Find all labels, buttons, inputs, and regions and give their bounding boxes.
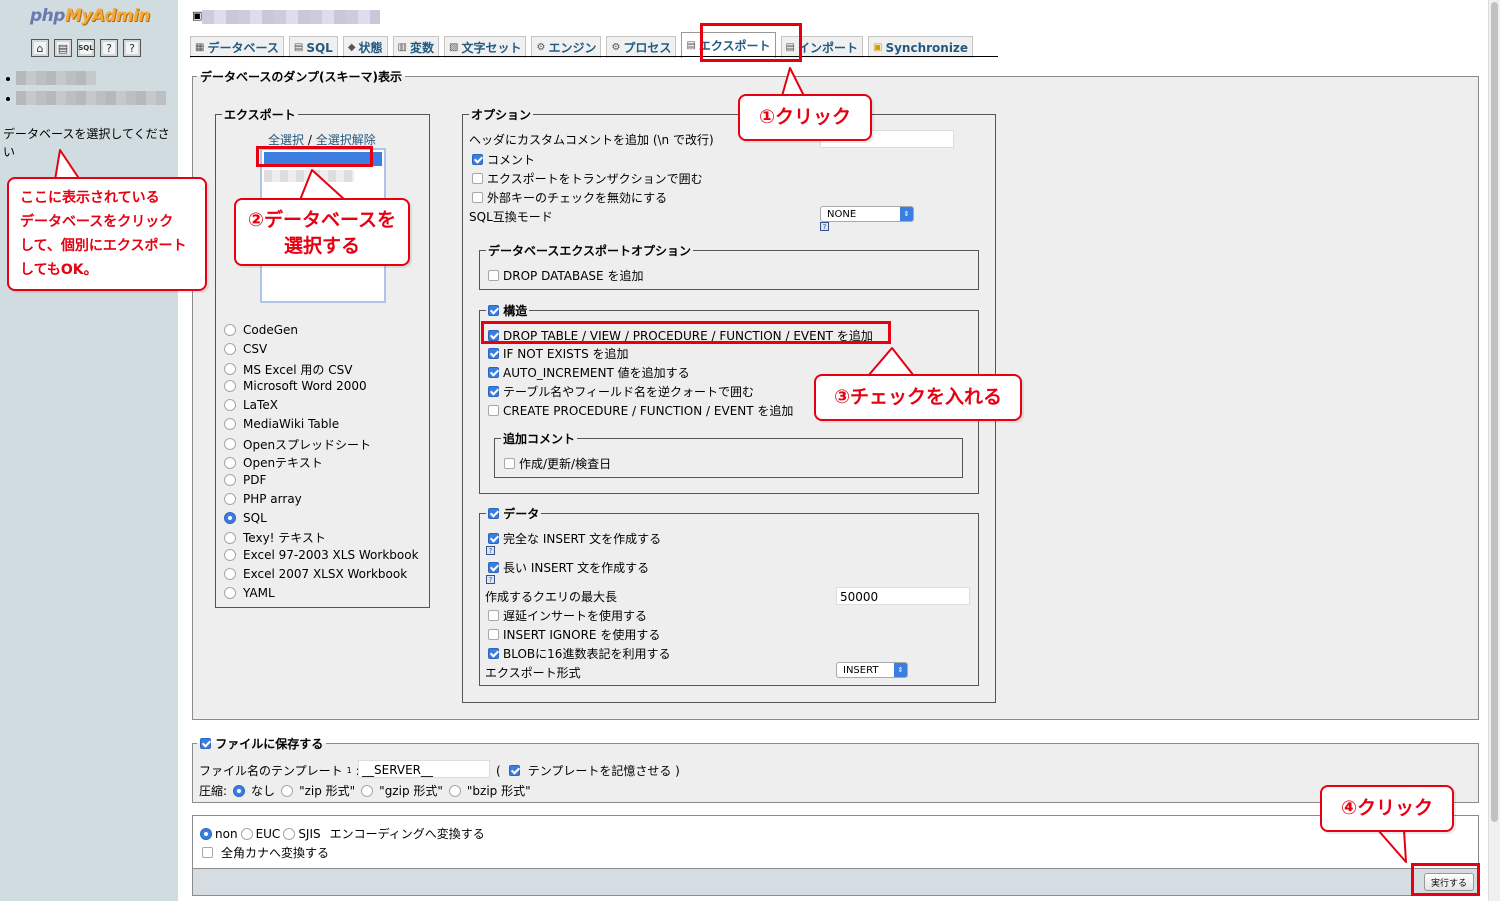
sidebar-note-line4: してもOK。 [20, 262, 98, 278]
step4-callout: ④クリック [1320, 785, 1454, 832]
step2-pointer [299, 169, 346, 201]
step2-callout-line1: ②データベースを [247, 209, 397, 231]
step1-pointer [781, 67, 805, 97]
sidebar-note-pointer [54, 149, 81, 181]
step3-pointer [867, 347, 915, 377]
sidebar-note-callout: ここに表示されている データベースをクリック して、個別にエクスポート してもO… [7, 177, 207, 291]
step4-pointer [1377, 829, 1407, 863]
sidebar-note-line3: して、個別にエクスポート [20, 238, 187, 254]
sidebar-note-line2: データベースをクリック [20, 214, 174, 230]
step3-callout: ③チェックを入れる [814, 374, 1022, 421]
step2-callout-line2: 選択する [283, 235, 360, 257]
sidebar-note-line1: ここに表示されている [20, 190, 160, 206]
step2-callout: ②データベースを 選択する [234, 198, 410, 266]
step1-callout: ①クリック [738, 94, 872, 141]
